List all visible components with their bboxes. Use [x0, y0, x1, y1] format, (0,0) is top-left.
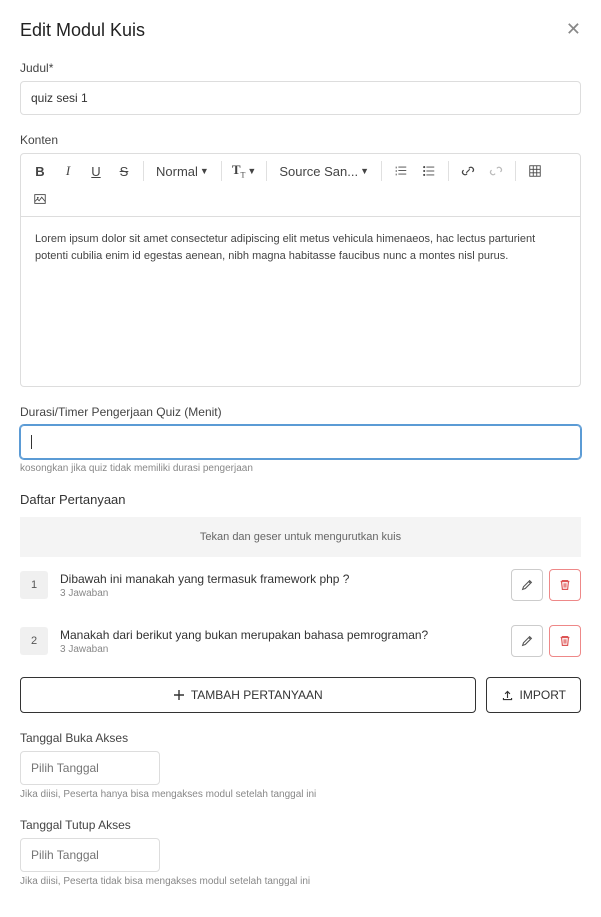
plus-icon	[173, 689, 185, 701]
konten-label: Konten	[20, 133, 581, 147]
questions-title: Daftar Pertanyaan	[20, 492, 581, 507]
buka-label: Tanggal Buka Akses	[20, 731, 581, 745]
durasi-hint: kosongkan jika quiz tidak memiliki duras…	[20, 463, 581, 474]
paragraph-label: Normal	[156, 164, 198, 179]
link-icon	[461, 164, 475, 178]
unlink-icon	[489, 164, 503, 178]
durasi-label: Durasi/Timer Pengerjaan Quiz (Menit)	[20, 405, 581, 419]
question-actions	[511, 569, 581, 601]
caret-down-icon: ▼	[247, 166, 256, 176]
trash-icon	[558, 578, 572, 592]
field-durasi: Durasi/Timer Pengerjaan Quiz (Menit) kos…	[20, 405, 581, 474]
field-tutup: Tanggal Tutup Akses Jika diisi, Peserta …	[20, 818, 581, 887]
tutup-input[interactable]	[20, 838, 160, 872]
table-icon	[528, 164, 542, 178]
caret-down-icon: ▼	[360, 166, 369, 176]
image-button[interactable]	[27, 186, 53, 212]
editor-content[interactable]: Lorem ipsum dolor sit amet consectetur a…	[20, 217, 581, 387]
modal-title: Edit Modul Kuis	[20, 20, 145, 41]
upload-icon	[501, 689, 514, 702]
question-text: Manakah dari berikut yang bukan merupaka…	[60, 628, 499, 642]
question-body: Manakah dari berikut yang bukan merupaka…	[60, 628, 499, 655]
add-question-button[interactable]: TAMBAH PERTANYAAN	[20, 677, 476, 713]
durasi-input[interactable]	[20, 425, 581, 459]
strike-button[interactable]: S	[111, 158, 137, 184]
tutup-hint: Jika diisi, Peserta tidak bisa mengakses…	[20, 876, 581, 887]
underline-icon: U	[91, 164, 100, 179]
italic-button[interactable]: I	[55, 158, 81, 184]
question-row[interactable]: 1 Dibawah ini manakah yang termasuk fram…	[20, 557, 581, 613]
separator	[266, 161, 267, 181]
field-judul: Judul*	[20, 61, 581, 115]
caret-down-icon: ▼	[200, 166, 209, 176]
editor-toolbar: B I U S Normal ▼ TT ▼ Source San... ▼	[20, 153, 581, 217]
buka-input[interactable]	[20, 751, 160, 785]
font-size-icon: TT	[232, 162, 246, 180]
unordered-list-button[interactable]	[416, 158, 442, 184]
questions-section: Daftar Pertanyaan Tekan dan geser untuk …	[20, 492, 581, 713]
bold-button[interactable]: B	[27, 158, 53, 184]
edit-question-button[interactable]	[511, 569, 543, 601]
italic-icon: I	[66, 163, 70, 179]
question-number: 1	[20, 571, 48, 599]
question-text: Dibawah ini manakah yang termasuk framew…	[60, 572, 499, 586]
drag-hint: Tekan dan geser untuk mengurutkan kuis	[20, 517, 581, 557]
import-button[interactable]: IMPORT	[486, 677, 581, 713]
modal-header: Edit Modul Kuis ✕	[20, 20, 581, 41]
link-button[interactable]	[455, 158, 481, 184]
text-cursor	[31, 435, 32, 449]
font-family-select[interactable]: Source San... ▼	[273, 158, 375, 184]
underline-button[interactable]: U	[83, 158, 109, 184]
separator	[515, 161, 516, 181]
field-buka: Tanggal Buka Akses Jika diisi, Peserta h…	[20, 731, 581, 800]
tutup-label: Tanggal Tutup Akses	[20, 818, 581, 832]
table-button[interactable]	[522, 158, 548, 184]
judul-label: Judul*	[20, 61, 581, 75]
separator	[143, 161, 144, 181]
ordered-list-button[interactable]	[388, 158, 414, 184]
question-buttons: TAMBAH PERTANYAAN IMPORT	[20, 677, 581, 713]
question-row[interactable]: 2 Manakah dari berikut yang bukan merupa…	[20, 613, 581, 669]
judul-input[interactable]	[20, 81, 581, 115]
close-icon: ✕	[566, 19, 581, 39]
ordered-list-icon	[394, 164, 408, 178]
buka-hint: Jika diisi, Peserta hanya bisa mengakses…	[20, 789, 581, 800]
font-size-select[interactable]: TT ▼	[228, 158, 260, 184]
strikethrough-icon: S	[120, 164, 129, 179]
paragraph-select[interactable]: Normal ▼	[150, 158, 215, 184]
edit-icon	[520, 578, 534, 592]
field-konten: Konten B I U S Normal ▼ TT ▼ Source San.…	[20, 133, 581, 387]
trash-icon	[558, 634, 572, 648]
question-meta: 3 Jawaban	[60, 588, 499, 599]
question-number: 2	[20, 627, 48, 655]
font-family-label: Source San...	[279, 164, 358, 179]
separator	[381, 161, 382, 181]
import-label: IMPORT	[520, 688, 566, 702]
question-actions	[511, 625, 581, 657]
delete-question-button[interactable]	[549, 569, 581, 601]
separator	[221, 161, 222, 181]
question-body: Dibawah ini manakah yang termasuk framew…	[60, 572, 499, 599]
unlink-button[interactable]	[483, 158, 509, 184]
bold-icon: B	[35, 164, 44, 179]
close-button[interactable]: ✕	[566, 20, 581, 38]
edit-quiz-modal: Edit Modul Kuis ✕ Judul* Konten B I U S …	[0, 0, 601, 917]
unordered-list-icon	[422, 164, 436, 178]
add-question-label: TAMBAH PERTANYAAN	[191, 688, 323, 702]
edit-question-button[interactable]	[511, 625, 543, 657]
question-meta: 3 Jawaban	[60, 644, 499, 655]
separator	[448, 161, 449, 181]
delete-question-button[interactable]	[549, 625, 581, 657]
image-icon	[33, 192, 47, 206]
edit-icon	[520, 634, 534, 648]
